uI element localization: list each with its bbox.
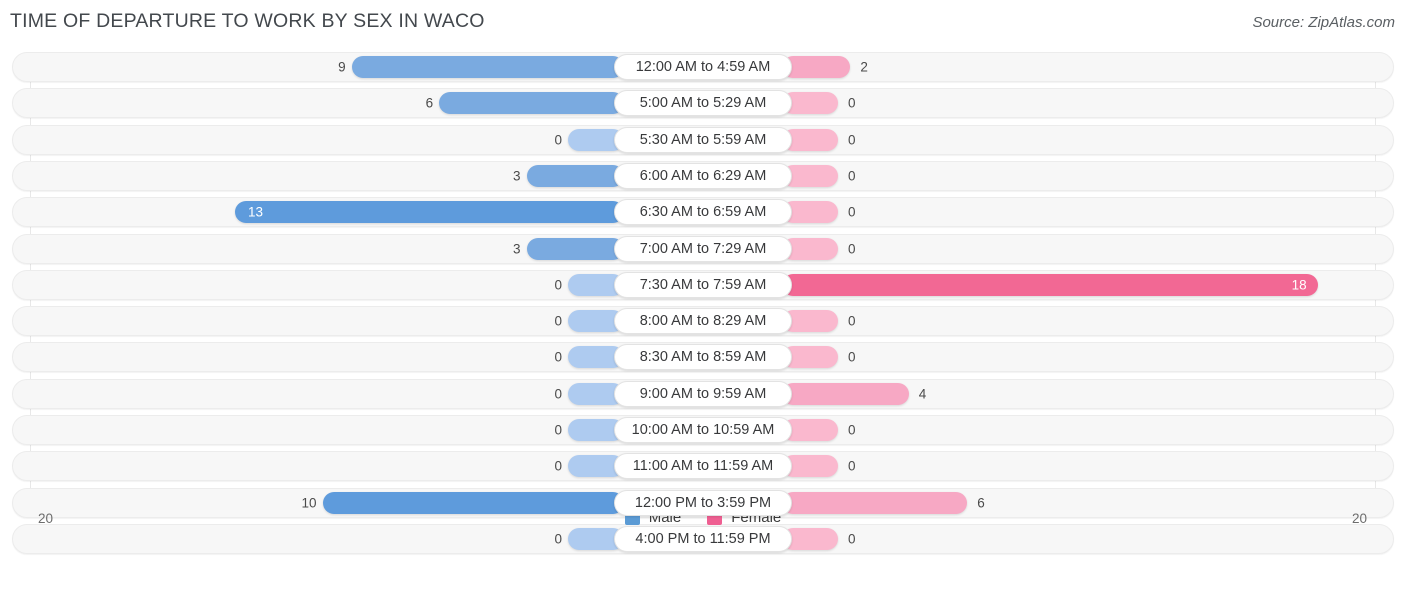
bar-value-female: 0 [848, 95, 856, 111]
category-label[interactable]: 5:00 AM to 5:29 AM [614, 90, 792, 117]
bar-male[interactable] [439, 92, 624, 115]
row-inner: 3 0 7:00 AM to 7:29 AM [13, 235, 1393, 263]
table-row[interactable]: 3 0 7:00 AM to 7:29 AM [12, 233, 1394, 264]
category-label[interactable]: 11:00 AM to 11:59 AM [614, 453, 792, 480]
bar-value-male: 13 [248, 204, 264, 220]
row-inner: 3 0 6:00 AM to 6:29 AM [13, 162, 1393, 190]
row-inner: 0 0 4:00 PM to 11:59 PM [13, 525, 1393, 553]
bar-value-female: 0 [848, 531, 856, 547]
category-label[interactable]: 12:00 PM to 3:59 PM [614, 489, 792, 516]
table-row[interactable]: 0 0 4:00 PM to 11:59 PM [12, 523, 1394, 554]
row-inner: 0 0 11:00 AM to 11:59 AM [13, 452, 1393, 480]
table-row[interactable]: 0 18 7:30 AM to 7:59 AM [12, 269, 1394, 300]
bar-value-female: 0 [848, 168, 856, 184]
chart-plot-area: 9 2 12:00 AM to 4:59 AM 6 0 5:00 AM to 5:29 A… [0, 52, 1406, 556]
bar-value-male: 0 [554, 313, 562, 329]
table-row[interactable]: 0 0 8:00 AM to 8:29 AM [12, 306, 1394, 337]
bar-female[interactable] [782, 273, 1318, 296]
table-row[interactable]: 0 0 10:00 AM to 10:59 AM [12, 415, 1394, 445]
bar-value-female: 0 [848, 313, 856, 329]
bar-value-female: 2 [860, 59, 868, 75]
bar-value-female: 0 [848, 132, 856, 148]
bar-value-male: 3 [513, 241, 521, 256]
category-label[interactable]: 7:00 AM to 7:29 AM [614, 235, 792, 262]
bar-value-male: 0 [554, 349, 562, 365]
table-row[interactable]: 0 4 9:00 AM to 9:59 AM [12, 378, 1394, 409]
bar-value-female: 4 [918, 386, 927, 402]
category-label[interactable]: 6:30 AM to 6:59 AM [614, 199, 792, 226]
bar-value-male: 0 [554, 531, 562, 547]
category-label[interactable]: 8:00 AM to 8:29 AM [614, 308, 792, 335]
row-inner: 0 0 5:30 AM to 5:59 AM [13, 126, 1393, 154]
table-row[interactable]: 13 0 6:30 AM to 6:59 AM [12, 197, 1394, 228]
bar-value-female: 6 [977, 495, 985, 511]
bar-male[interactable] [526, 164, 624, 187]
table-row[interactable]: 0 0 5:30 AM to 5:59 AM [12, 124, 1394, 155]
table-row[interactable]: 6 0 5:00 AM to 5:29 AM [12, 88, 1394, 119]
category-label[interactable]: 10:00 AM to 10:59 AM [614, 417, 792, 443]
row-inner: 0 0 10:00 AM to 10:59 AM [13, 416, 1393, 444]
bar-value-male: 0 [554, 277, 562, 293]
row-inner: 0 0 8:30 AM to 8:59 AM [13, 343, 1393, 371]
category-label[interactable]: 4:00 PM to 11:59 PM [614, 525, 792, 552]
row-inner: 0 0 8:00 AM to 8:29 AM [13, 307, 1393, 335]
row-inner: 6 0 5:00 AM to 5:29 AM [13, 89, 1393, 117]
bar-value-female: 0 [848, 204, 856, 220]
bar-value-male: 0 [554, 422, 562, 438]
page-title: TIME OF DEPARTURE TO WORK BY SEX IN WACO [10, 10, 485, 32]
bar-value-female: 0 [848, 349, 856, 365]
table-row[interactable]: 3 0 6:00 AM to 6:29 AM [12, 160, 1394, 191]
bar-value-male: 6 [425, 95, 434, 111]
bar-value-male: 3 [513, 168, 521, 184]
bar-value-male: 9 [338, 59, 346, 75]
category-label[interactable]: 5:30 AM to 5:59 AM [614, 126, 792, 153]
table-row[interactable]: 0 0 8:30 AM to 8:59 AM [12, 342, 1394, 373]
bar-value-male: 0 [554, 386, 562, 402]
table-row[interactable]: 9 2 12:00 AM to 4:59 AM [12, 52, 1394, 82]
category-label[interactable]: 9:00 AM to 9:59 AM [614, 380, 792, 407]
table-row[interactable]: 0 0 11:00 AM to 11:59 AM [12, 451, 1394, 482]
bar-male[interactable] [526, 237, 624, 260]
row-inner: 0 4 9:00 AM to 9:59 AM [13, 380, 1393, 408]
bar-value-female: 18 [1291, 277, 1307, 293]
bar-female[interactable] [782, 382, 909, 405]
row-inner: 13 0 6:30 AM to 6:59 AM [13, 198, 1393, 226]
category-label[interactable]: 12:00 AM to 4:59 AM [614, 54, 792, 80]
bar-value-female: 0 [848, 458, 856, 474]
category-label[interactable]: 8:30 AM to 8:59 AM [614, 344, 792, 371]
bar-male[interactable] [351, 56, 624, 78]
bar-male[interactable] [235, 201, 624, 224]
bar-value-male: 0 [554, 458, 562, 474]
bar-value-female: 0 [848, 422, 856, 438]
bar-value-male: 10 [301, 495, 317, 511]
bar-value-female: 0 [848, 241, 856, 256]
row-inner: 0 18 7:30 AM to 7:59 AM [13, 271, 1393, 299]
bar-value-male: 0 [554, 132, 562, 148]
category-label[interactable]: 7:30 AM to 7:59 AM [614, 271, 792, 298]
category-label[interactable]: 6:00 AM to 6:29 AM [614, 162, 792, 189]
source-attribution: Source: ZipAtlas.com [1252, 14, 1395, 31]
row-inner: 9 2 12:00 AM to 4:59 AM [13, 53, 1393, 81]
bar-female[interactable] [782, 56, 851, 78]
